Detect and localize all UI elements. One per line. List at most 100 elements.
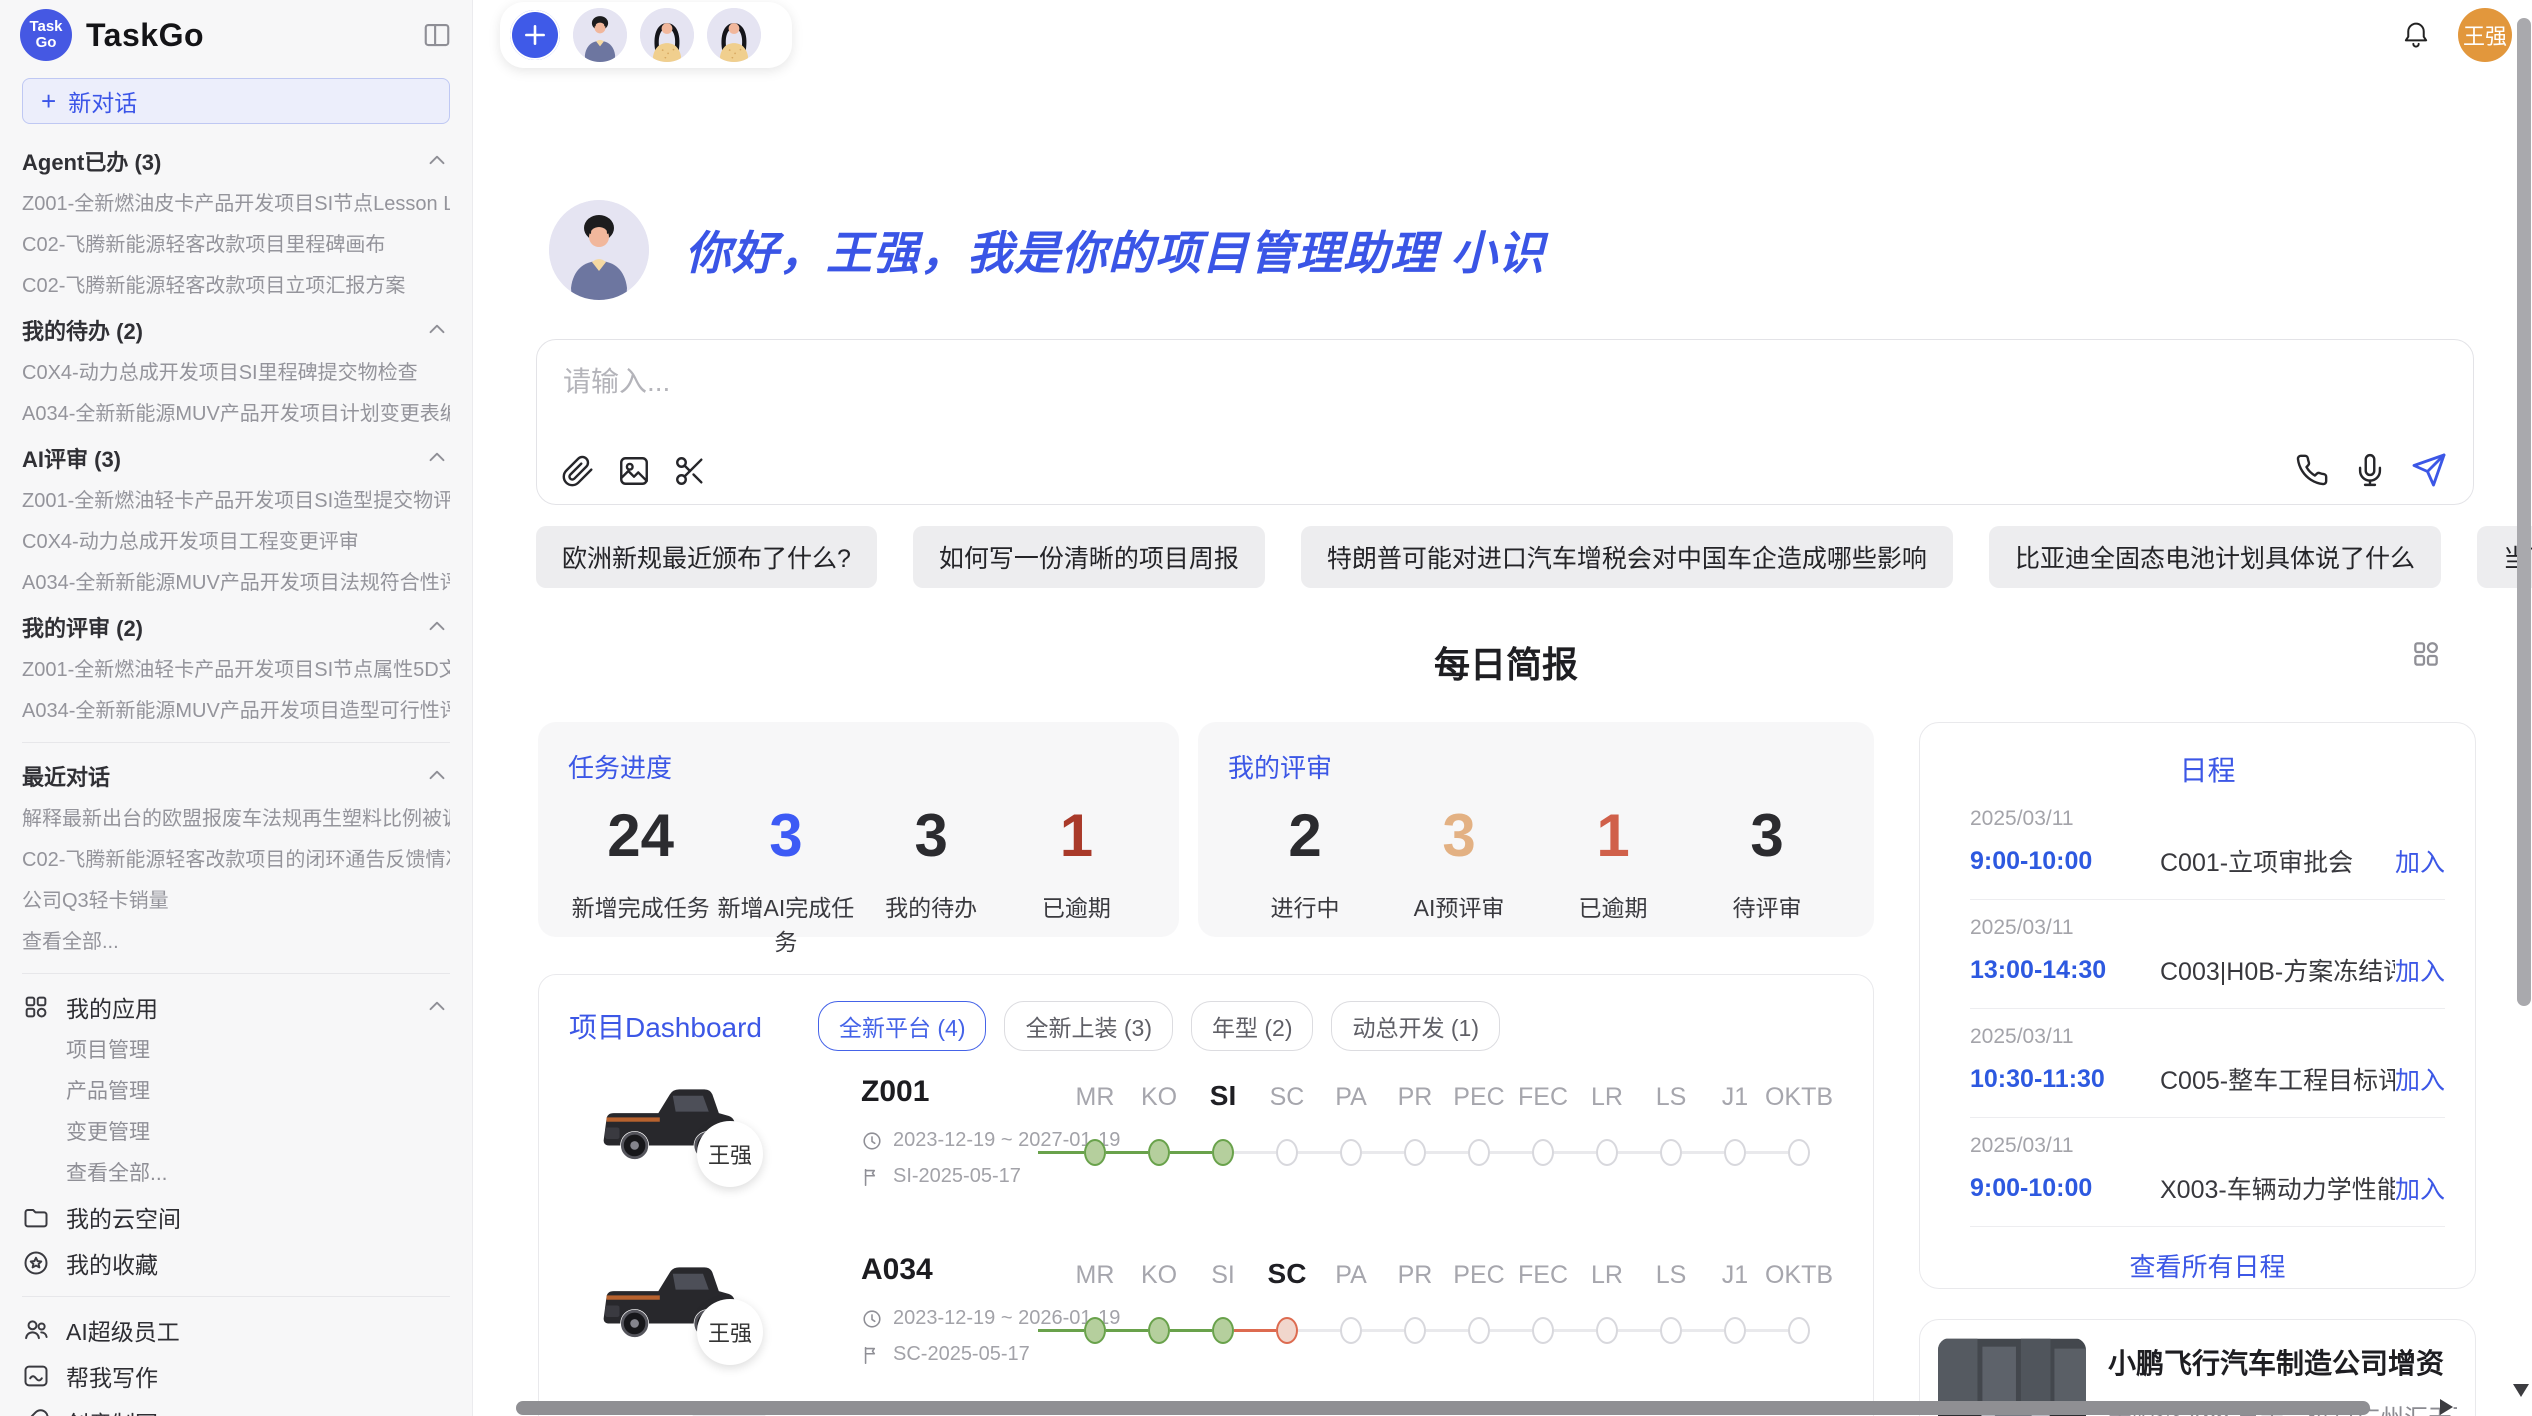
sidebar-item-favorites[interactable]: 我的收藏 (22, 1240, 450, 1286)
milestone-dot-sc[interactable] (1276, 1317, 1298, 1344)
join-meeting-link[interactable]: 加入 (2395, 1061, 2445, 1097)
sidebar-item-my-apps[interactable]: 我的应用 (22, 984, 450, 1030)
recent-chat-item[interactable]: 公司Q3轻卡销量 (22, 881, 450, 922)
milestone-dot-mr[interactable] (1084, 1317, 1106, 1344)
attach-file-icon[interactable] (561, 454, 595, 488)
chat-input[interactable] (561, 358, 2161, 428)
sidebar-item[interactable]: A034-全新新能源MUV产品开发项目法规符合性评审 (22, 563, 450, 604)
microphone-icon[interactable] (2353, 453, 2387, 487)
milestone-dot-ko[interactable] (1148, 1317, 1170, 1344)
project-code[interactable]: Z001 (861, 1075, 929, 1109)
milestone-dot-j1[interactable] (1724, 1317, 1746, 1344)
chevron-up-icon[interactable] (424, 994, 450, 1020)
milestone-dot-lr[interactable] (1596, 1317, 1618, 1344)
recent-view-all[interactable]: 查看全部... (22, 922, 450, 963)
view-all-schedule-link[interactable]: 查看所有日程 (1970, 1247, 2445, 1284)
filter-chip-new-platform[interactable]: 全新平台 (4) (818, 1001, 987, 1051)
scroll-right-arrow[interactable] (2440, 1399, 2453, 1415)
milestone-dot-fec[interactable] (1532, 1317, 1554, 1344)
user-avatar[interactable]: 王强 (2458, 8, 2512, 62)
section-title: 我的待办 (2) (22, 314, 143, 346)
milestone-label-pa: PA (1335, 1261, 1367, 1290)
milestone-label-sc: SC (1268, 1258, 1307, 1290)
conversation-avatar[interactable] (640, 8, 694, 62)
new-conversation-button[interactable] (510, 10, 560, 60)
suggestion-chip[interactable]: 特朗普可能对进口汽车增税会对中国车企造成哪些影响 (1301, 526, 1953, 588)
milestone-label-oktb: OKTB (1765, 1261, 1833, 1290)
layout-grid-icon[interactable] (2410, 638, 2442, 670)
sidebar-collapse-icon[interactable] (422, 20, 452, 50)
sidebar-item[interactable]: Z001-全新燃油轻卡产品开发项目SI节点属性5D文件评审 (22, 650, 450, 691)
milestone-dot-pa[interactable] (1340, 1139, 1362, 1166)
join-meeting-link[interactable]: 加入 (2395, 952, 2445, 988)
sidebar-item-cloud-space[interactable]: 我的云空间 (22, 1194, 450, 1240)
sidebar-item[interactable]: C02-飞腾新能源轻客改款项目立项汇报方案 (22, 266, 450, 307)
milestone-dot-si[interactable] (1212, 1317, 1234, 1344)
recent-chat-item[interactable]: 解释最新出台的欧盟报废车法规再生塑料比例被调至15%... (22, 799, 450, 840)
milestone-dot-oktb[interactable] (1788, 1317, 1810, 1344)
sidebar-item-ai-super-staff[interactable]: AI超级员工 (22, 1307, 450, 1353)
milestone-dot-pr[interactable] (1404, 1139, 1426, 1166)
join-meeting-link[interactable]: 加入 (2395, 1170, 2445, 1206)
sidebar-section-my-review[interactable]: 我的评审 (2) (22, 604, 450, 650)
join-meeting-link[interactable]: 加入 (2395, 843, 2445, 879)
chevron-up-icon[interactable] (424, 763, 450, 789)
sidebar-section-agent-done[interactable]: Agent已办 (3) (22, 138, 450, 184)
milestone-dot-j1[interactable] (1724, 1139, 1746, 1166)
send-icon[interactable] (2411, 452, 2447, 488)
sidebar-item[interactable]: A034-全新新能源MUV产品开发项目造型可行性评审 (22, 691, 450, 732)
milestone-dot-pr[interactable] (1404, 1317, 1426, 1344)
milestone-dot-pec[interactable] (1468, 1139, 1490, 1166)
chevron-up-icon[interactable] (424, 614, 450, 640)
insert-image-icon[interactable] (617, 454, 651, 488)
app-item-project-mgmt[interactable]: 项目管理 (22, 1030, 450, 1071)
voice-call-icon[interactable] (2295, 453, 2329, 487)
milestone-dot-mr[interactable] (1084, 1139, 1106, 1166)
vertical-scrollbar[interactable] (2517, 18, 2531, 1006)
app-item-change-mgmt[interactable]: 变更管理 (22, 1112, 450, 1153)
screenshot-scissors-icon[interactable] (673, 454, 707, 488)
sidebar-item[interactable]: C02-飞腾新能源轻客改款项目里程碑画布 (22, 225, 450, 266)
sidebar-item[interactable]: Z001-全新燃油轻卡产品开发项目SI造型提交物评审 (22, 481, 450, 522)
conversation-avatar[interactable] (707, 8, 761, 62)
milestone-dot-sc[interactable] (1276, 1139, 1298, 1166)
filter-chip-powertrain[interactable]: 动总开发 (1) (1331, 1001, 1500, 1051)
suggestion-chip[interactable]: 欧洲新规最近颁布了什么? (536, 526, 877, 588)
project-code[interactable]: A034 (861, 1253, 933, 1287)
filter-chip-new-body[interactable]: 全新上装 (3) (1004, 1001, 1173, 1051)
pen-icon (22, 1408, 50, 1416)
milestone-dot-si[interactable] (1212, 1139, 1234, 1166)
milestone-dot-fec[interactable] (1532, 1139, 1554, 1166)
horizontal-scrollbar[interactable] (516, 1401, 2370, 1415)
sidebar-section-ai-review[interactable]: AI评审 (3) (22, 435, 450, 481)
milestone-dot-ko[interactable] (1148, 1139, 1170, 1166)
scroll-down-arrow[interactable] (2513, 1384, 2529, 1397)
filter-chip-model-year[interactable]: 年型 (2) (1191, 1001, 1314, 1051)
apps-view-all[interactable]: 查看全部... (22, 1153, 450, 1194)
sidebar-item[interactable]: A034-全新新能源MUV产品开发项目计划变更表编写 (22, 394, 450, 435)
milestone-dot-ls[interactable] (1660, 1317, 1682, 1344)
suggestion-chip[interactable]: 如何写一份清晰的项目周报 (913, 526, 1265, 588)
sidebar-item[interactable]: Z001-全新燃油皮卡产品开发项目SI节点Lesson Learn报告 (22, 184, 450, 225)
notifications-bell-icon[interactable] (2400, 19, 2432, 51)
chevron-up-icon[interactable] (424, 148, 450, 174)
milestone-connector (1362, 1329, 1404, 1332)
conversation-avatar[interactable] (573, 8, 627, 62)
suggestion-chip[interactable]: 比亚迪全固态电池计划具体说了什么 (1989, 526, 2441, 588)
recent-chat-item[interactable]: C02-飞腾新能源轻客改款项目的闭环通告反馈情况 (22, 840, 450, 881)
milestone-dot-pec[interactable] (1468, 1317, 1490, 1344)
sidebar-section-recent[interactable]: 最近对话 (22, 753, 450, 799)
sidebar-item-help-me-write[interactable]: 帮我写作 (22, 1353, 450, 1399)
milestone-dot-oktb[interactable] (1788, 1139, 1810, 1166)
milestone-dot-lr[interactable] (1596, 1139, 1618, 1166)
app-item-product-mgmt[interactable]: 产品管理 (22, 1071, 450, 1112)
sidebar-section-my-todo[interactable]: 我的待办 (2) (22, 307, 450, 353)
chevron-up-icon[interactable] (424, 445, 450, 471)
chevron-up-icon[interactable] (424, 317, 450, 343)
sidebar-item[interactable]: C0X4-动力总成开发项目SI里程碑提交物检查 (22, 353, 450, 394)
sidebar-item[interactable]: C0X4-动力总成开发项目工程变更评审 (22, 522, 450, 563)
milestone-dot-ls[interactable] (1660, 1139, 1682, 1166)
sidebar-item-creative-drawing[interactable]: 创意制图 (22, 1399, 450, 1416)
milestone-dot-pa[interactable] (1340, 1317, 1362, 1344)
new-chat-button[interactable]: + 新对话 (22, 78, 450, 124)
